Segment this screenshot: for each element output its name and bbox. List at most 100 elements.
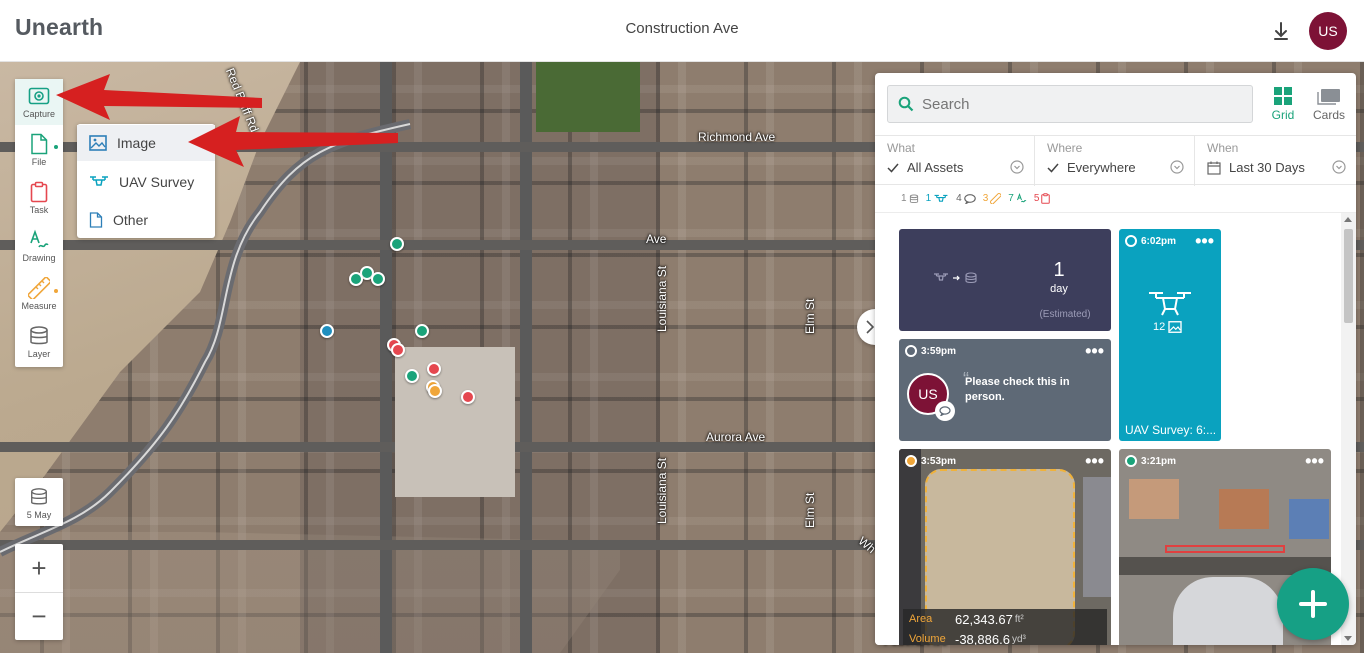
- comment-text: Please check this in person.: [965, 376, 1070, 403]
- comment-icon: [963, 193, 976, 204]
- tool-file[interactable]: File: [15, 127, 63, 173]
- new-indicator: [54, 145, 58, 149]
- map-label-aurora: Aurora Ave: [706, 430, 766, 444]
- processing-estimate-card[interactable]: 1 day (Estimated): [899, 229, 1111, 331]
- layer-date-button[interactable]: 5 May: [15, 478, 63, 526]
- check-icon: [887, 163, 899, 173]
- capture-menu-label: Other: [113, 212, 149, 228]
- user-avatar[interactable]: US: [1309, 12, 1347, 50]
- status-ring: [905, 455, 917, 467]
- layer-icon: [30, 326, 48, 345]
- card-more-button[interactable]: •••: [1085, 341, 1104, 362]
- layer-date-label: 5 May: [26, 510, 52, 520]
- count-tasks[interactable]: 5: [1034, 193, 1051, 204]
- card-time: 3:53pm: [905, 455, 956, 467]
- count-drawings[interactable]: 7: [1008, 193, 1027, 204]
- image-count-value: 12: [1153, 321, 1166, 333]
- estimate-note: (Estimated): [1039, 309, 1091, 320]
- measurement-stats: Area 62,343.67 ft² Volume -38,886.6 yd³: [903, 609, 1107, 645]
- capture-menu-uav-survey[interactable]: UAV Survey: [77, 164, 215, 200]
- view-grid-button[interactable]: Grid: [1261, 87, 1305, 122]
- cards-scrollbar[interactable]: [1341, 213, 1356, 645]
- map-pin-drawing[interactable]: [415, 324, 429, 338]
- count-value: 1: [925, 193, 932, 204]
- view-cards-label: Cards: [1312, 108, 1345, 122]
- map-pin-task[interactable]: [427, 362, 441, 376]
- tool-label: File: [31, 157, 47, 167]
- capture-menu-image[interactable]: Image: [77, 125, 215, 161]
- count-layers[interactable]: 1: [901, 193, 919, 204]
- filter-when[interactable]: When Last 30 Days: [1195, 136, 1356, 186]
- view-cards-button[interactable]: Cards: [1307, 87, 1351, 122]
- map-pin-drawing[interactable]: [371, 272, 385, 286]
- map-label-elm: Elm St: [803, 492, 817, 528]
- map-pin-task[interactable]: [461, 390, 475, 404]
- card-more-button[interactable]: •••: [1195, 231, 1214, 252]
- zoom-out-button[interactable]: −: [15, 592, 63, 640]
- count-value: 1: [901, 193, 907, 204]
- filter-bar: What All Assets Where Everywhere When La…: [875, 135, 1356, 186]
- calendar-icon: [1207, 161, 1221, 175]
- map-pin-drawing[interactable]: [390, 237, 404, 251]
- image-icon: [1168, 321, 1182, 333]
- chevron-down-icon: [1010, 160, 1024, 174]
- scroll-thumb[interactable]: [1344, 229, 1353, 323]
- photo-marker-outline: [1165, 545, 1285, 553]
- tool-drawing[interactable]: Drawing: [15, 223, 63, 269]
- assets-panel: Grid Cards What All Assets Where Everywh…: [875, 73, 1356, 645]
- zoom-in-button[interactable]: +: [15, 544, 63, 592]
- tools-toolbar: Capture File Task Drawing Measure Layer: [15, 79, 63, 367]
- tool-label: Drawing: [22, 253, 56, 263]
- tool-capture[interactable]: Capture: [15, 79, 63, 125]
- comment-card[interactable]: 3:59pm ••• US “ Please check this in per…: [899, 339, 1111, 441]
- status-ring: [1125, 455, 1137, 467]
- card-more-button[interactable]: •••: [1305, 451, 1324, 472]
- count-measurements[interactable]: 3: [983, 193, 1002, 204]
- map-label-ave: Ave: [646, 232, 667, 246]
- capture-menu-label: UAV Survey: [119, 174, 195, 190]
- tool-task[interactable]: Task: [15, 175, 63, 221]
- filter-when-key: When: [1207, 141, 1239, 155]
- measurement-photo-card[interactable]: 3:53pm ••• Area 62,343.67 ft² Volume -38,88…: [899, 449, 1111, 645]
- drone-to-layer-icon: [934, 272, 977, 284]
- card-time-label: 3:59pm: [921, 345, 957, 357]
- filter-what-key: What: [887, 141, 916, 155]
- map-pin-survey[interactable]: [320, 324, 334, 338]
- search-box[interactable]: [887, 85, 1253, 123]
- filter-what[interactable]: What All Assets: [875, 136, 1035, 186]
- count-value: 4: [956, 193, 962, 204]
- filter-where[interactable]: Where Everywhere: [1035, 136, 1195, 186]
- download-icon[interactable]: [1270, 20, 1292, 42]
- map-pin-measure[interactable]: [428, 384, 442, 398]
- map-pin-task[interactable]: [391, 343, 405, 357]
- estimate-value: 1: [1053, 259, 1065, 281]
- cards-icon: [1317, 89, 1340, 105]
- estimate-unit: day: [1050, 283, 1068, 295]
- photo-dome: [1173, 577, 1283, 645]
- count-surveys[interactable]: 1: [926, 193, 950, 204]
- scroll-down-arrow[interactable]: [1344, 636, 1352, 641]
- map-label-louisiana: Louisiana St: [655, 457, 669, 524]
- map-pin-drawing[interactable]: [349, 272, 363, 286]
- card-more-button[interactable]: •••: [1085, 451, 1104, 472]
- image-icon: [89, 135, 107, 151]
- scroll-up-arrow[interactable]: [1344, 217, 1352, 222]
- count-value: 7: [1008, 193, 1014, 204]
- drawing-icon: [1016, 193, 1027, 203]
- filter-what-value: All Assets: [907, 160, 964, 175]
- count-comments[interactable]: 4: [956, 193, 976, 204]
- tool-measure[interactable]: Measure: [15, 271, 63, 317]
- filter-where-value: Everywhere: [1067, 160, 1136, 175]
- capture-menu-other[interactable]: Other: [77, 202, 215, 238]
- tool-layer[interactable]: Layer: [15, 319, 63, 365]
- grid-icon: [1274, 87, 1292, 105]
- measure-icon: [28, 277, 50, 299]
- file-icon: [89, 212, 103, 228]
- capture-menu-label: Image: [117, 135, 156, 151]
- drone-icon: [90, 176, 108, 186]
- search-input[interactable]: [922, 95, 1222, 113]
- asset-cards-grid: 1 day (Estimated) 6:02pm ••• 12 UAV Surv…: [875, 213, 1341, 645]
- uav-survey-card[interactable]: 6:02pm ••• 12 UAV Survey: 6:...: [1119, 229, 1221, 441]
- add-asset-button[interactable]: [1277, 568, 1349, 640]
- map-pin-drawing[interactable]: [405, 369, 419, 383]
